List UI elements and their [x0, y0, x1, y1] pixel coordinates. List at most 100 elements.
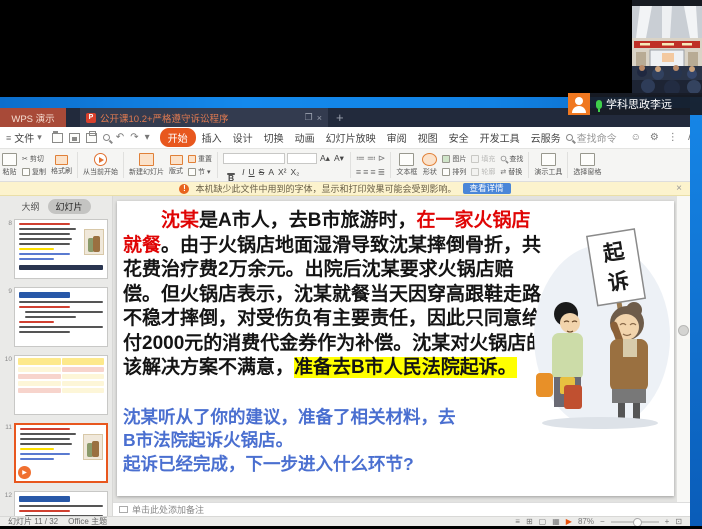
menu-tab[interactable]: 视图 [413, 128, 443, 147]
bullets-icon[interactable]: ≔ [356, 153, 365, 164]
format-painter-button[interactable]: 格式刷 [51, 155, 72, 176]
menu-tab[interactable]: 安全 [444, 128, 474, 147]
app-menu-button[interactable]: WPS 演示 [0, 108, 66, 127]
redo-icon[interactable]: ↷ [130, 132, 138, 143]
cut-button[interactable]: ✂ 剪切 [22, 154, 46, 164]
notes-bar[interactable]: 单击此处添加备注 [113, 502, 690, 516]
menu-tab[interactable]: 审阅 [382, 128, 412, 147]
tab-close-icon[interactable]: × [317, 113, 322, 123]
vertical-scrollbar[interactable] [676, 196, 690, 502]
collapse-ribbon-icon[interactable]: ∧ [687, 132, 690, 143]
menu-tab[interactable]: 开发工具 [475, 128, 525, 147]
replace-button[interactable]: ⇄ 替换 [500, 167, 523, 177]
play-from-current-button[interactable]: 从当前开始 [83, 153, 118, 177]
normal-view-icon[interactable]: ≡ [515, 517, 520, 526]
scrollbar-knob[interactable] [678, 325, 689, 336]
zoom-slider[interactable] [611, 521, 659, 523]
text-box-button[interactable]: 文本框 [396, 153, 417, 177]
slide-thumbnail-11[interactable]: 11▶ [2, 423, 108, 483]
zoom-level[interactable]: 87% [578, 517, 594, 526]
font-name-box[interactable] [223, 153, 285, 164]
thumbnail-preview[interactable] [14, 287, 108, 347]
numbering-icon[interactable]: ≕ [367, 153, 376, 164]
thumbnail-preview[interactable] [14, 355, 108, 415]
align-left-icon[interactable]: ≡ [356, 167, 361, 177]
status-bar: 幻灯片 11 / 32 Office 主题 ≡ ⊞ ▢ ▦ ▶ 87% − + … [0, 516, 690, 526]
slide-thumbnail-10[interactable]: 10 [2, 355, 108, 415]
selection-pane-button[interactable]: 选择窗格 [573, 153, 601, 177]
format-button[interactable]: I [241, 167, 245, 177]
thumbnail-preview[interactable] [14, 491, 108, 516]
pane-icon [580, 153, 595, 166]
menu-tab[interactable]: 开始 [160, 128, 196, 147]
section-icon [188, 168, 196, 176]
slide-thumbnail-9[interactable]: 9 [2, 287, 108, 347]
gear-icon[interactable]: ⚙ [650, 132, 659, 143]
align-right-icon[interactable]: ≡ [370, 167, 375, 177]
new-tab-button[interactable]: + [328, 108, 352, 127]
slide-sorter-icon[interactable]: ⊞ [526, 517, 533, 526]
copy-button[interactable]: 复制 [22, 167, 46, 177]
format-button[interactable]: B [227, 173, 235, 175]
shrink-font-button[interactable]: A▾ [333, 153, 345, 164]
save-icon[interactable] [69, 133, 80, 143]
open-folder-icon[interactable] [52, 133, 63, 143]
slide-thumbnail-12[interactable]: 12 [2, 491, 108, 516]
more-icon[interactable]: ⋮ [668, 132, 678, 143]
section-button[interactable]: 节▾ [188, 167, 212, 177]
menu-tab[interactable]: 幻灯片放映 [321, 128, 381, 147]
menu-tab[interactable]: 动画 [290, 128, 320, 147]
reading-view-icon[interactable]: ▢ [539, 517, 547, 526]
grow-font-button[interactable]: A▴ [319, 153, 331, 164]
zoom-in-button[interactable]: + [665, 517, 670, 526]
command-search[interactable]: 查找命令 [566, 130, 617, 145]
tab-restore-icon[interactable]: ❐ [305, 112, 313, 123]
ribbon-toolbar: 粘贴 ✂ 剪切 复制 格式刷 从当前开始 [0, 149, 690, 182]
slideshow-play-icon[interactable]: ▶ [566, 517, 572, 526]
indent-icon[interactable]: ⊳ [378, 153, 386, 164]
dropdown-icon[interactable]: ▾ [145, 132, 150, 143]
layout-button[interactable]: 版式 [169, 155, 183, 176]
menu-tab[interactable]: 切换 [259, 128, 289, 147]
outline-tab[interactable]: 大纲 [21, 200, 39, 213]
new-slide-button[interactable]: 新建幻灯片 [129, 153, 164, 177]
print-icon[interactable] [86, 133, 97, 143]
thumbnail-play-icon[interactable]: ▶ [18, 466, 31, 479]
format-button[interactable]: X₂ [290, 167, 301, 177]
menu-tab[interactable]: 设计 [228, 128, 258, 147]
picture-button[interactable]: 图片 [442, 154, 466, 164]
menu-tab[interactable]: 插入 [197, 128, 227, 147]
play-circle-icon [94, 153, 107, 166]
slide-thumbnail-8[interactable]: 8 [2, 219, 108, 279]
arrange-button[interactable]: 排列 [442, 167, 466, 177]
justify-icon[interactable]: ≣ [378, 167, 386, 178]
shapes-button[interactable]: 形状 [422, 153, 437, 177]
document-tab[interactable]: P 公开课10.2+严格遵守诉讼程序 ❐ × [80, 108, 328, 127]
format-button[interactable]: S [258, 167, 266, 177]
theme-name: Office 主题 [68, 516, 107, 526]
format-button[interactable]: X² [277, 167, 288, 177]
present-tools-button[interactable]: 演示工具 [534, 153, 562, 177]
format-button[interactable]: U [248, 167, 256, 177]
smiley-icon[interactable]: ☺ [631, 132, 641, 143]
align-center-icon[interactable]: ≡ [363, 167, 368, 177]
slides-tab[interactable]: 幻灯片 [48, 199, 91, 214]
thumbnail-preview[interactable]: ▶ [14, 423, 108, 483]
search-icon[interactable] [103, 134, 110, 141]
format-button[interactable]: A [267, 167, 275, 177]
menu-tab[interactable]: 云服务 [526, 128, 566, 147]
video-feed[interactable] [632, 0, 702, 95]
view-details-button[interactable]: 查看详情 [463, 183, 511, 194]
find-button[interactable]: 查找 [500, 154, 523, 164]
fit-slide-icon[interactable]: ⊡ [675, 517, 682, 526]
font-size-box[interactable] [287, 153, 317, 164]
notes-view-icon[interactable]: ▦ [552, 517, 560, 526]
zoom-out-button[interactable]: − [600, 517, 605, 526]
thumbnail-preview[interactable] [14, 219, 108, 279]
reset-button[interactable]: 重置 [188, 154, 212, 164]
warning-close-icon[interactable]: × [676, 183, 682, 194]
slide-11[interactable]: 沈某是A市人，去B市旅游时，在一家火锅店就餐。由于火锅店地面湿滑导致沈某摔倒骨折… [117, 201, 674, 496]
file-menu-button[interactable]: ≡ 文件 ▾ [6, 130, 42, 145]
undo-icon[interactable]: ↶ [116, 132, 124, 143]
paste-button[interactable]: 粘贴 [2, 153, 17, 177]
